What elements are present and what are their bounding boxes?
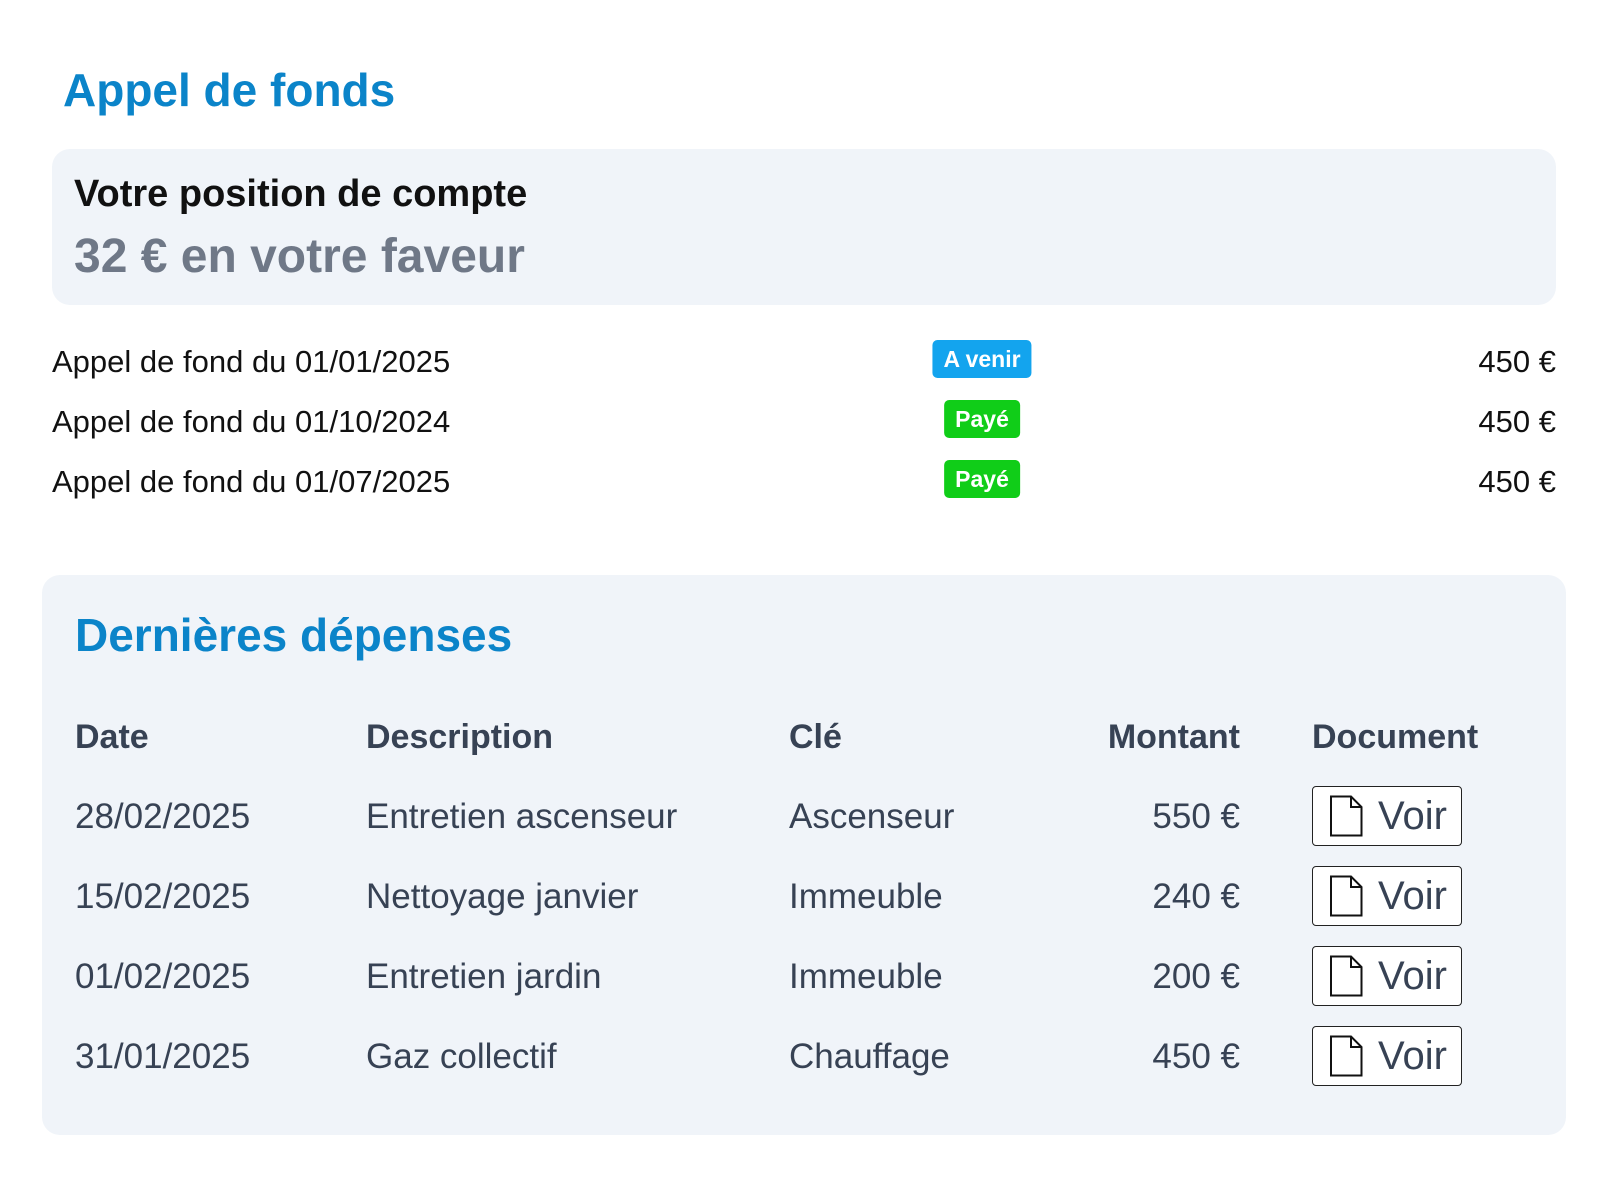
expense-amount: 240 € xyxy=(1152,877,1240,916)
expense-description: Entretien jardin xyxy=(366,957,602,996)
document-icon xyxy=(1330,1035,1363,1077)
recent-expenses-title: Dernières dépenses xyxy=(75,609,513,661)
expense-key: Immeuble xyxy=(789,877,943,916)
fund-call-label: Appel de fond du 01/10/2024 xyxy=(52,404,451,439)
fund-call-amount: 450 € xyxy=(1478,404,1556,439)
expense-amount: 550 € xyxy=(1152,797,1240,836)
fund-call-row: Appel de fond du 01/01/2025 A venir 450 … xyxy=(52,332,1556,392)
view-document-label: Voir xyxy=(1378,1034,1447,1078)
fund-call-row: Appel de fond du 01/10/2024 Payé 450 € xyxy=(52,392,1556,452)
page: Appel de fonds Votre position de compte … xyxy=(0,0,1600,1200)
view-document-label: Voir xyxy=(1378,954,1447,998)
expense-date: 28/02/2025 xyxy=(75,797,251,836)
expense-date: 01/02/2025 xyxy=(75,957,251,996)
fund-call-label: Appel de fond du 01/01/2025 xyxy=(52,344,451,379)
expense-description: Entretien ascenseur xyxy=(366,797,678,836)
account-position-label: Votre position de compte xyxy=(74,173,528,215)
account-position-card: Votre position de compte 32 € en votre f… xyxy=(52,149,1556,305)
view-document-button[interactable]: Voir xyxy=(1312,866,1462,926)
column-header-date: Date xyxy=(75,718,149,756)
fund-call-row: Appel de fond du 01/07/2025 Payé 450 € xyxy=(52,452,1556,512)
status-badge: A venir xyxy=(932,340,1032,378)
column-header-key: Clé xyxy=(789,718,842,756)
expense-amount: 450 € xyxy=(1152,1037,1240,1076)
expense-key: Immeuble xyxy=(789,957,943,996)
view-document-button[interactable]: Voir xyxy=(1312,1026,1462,1086)
account-position-value: 32 € en votre faveur xyxy=(74,230,525,283)
document-icon xyxy=(1330,875,1363,917)
view-document-button[interactable]: Voir xyxy=(1312,786,1462,846)
column-header-amount: Montant xyxy=(1107,718,1240,756)
fund-call-amount: 450 € xyxy=(1478,344,1556,379)
view-document-label: Voir xyxy=(1378,794,1447,838)
column-header-description: Description xyxy=(366,718,554,756)
expense-date: 15/02/2025 xyxy=(75,877,251,916)
page-title: Appel de fonds xyxy=(63,64,396,116)
expense-description: Nettoyage janvier xyxy=(366,877,639,916)
fund-call-label: Appel de fond du 01/07/2025 xyxy=(52,464,451,499)
expense-amount: 200 € xyxy=(1152,957,1240,996)
document-icon xyxy=(1330,795,1363,837)
fund-call-amount: 450 € xyxy=(1478,464,1556,499)
expense-date: 31/01/2025 xyxy=(75,1037,251,1076)
status-badge: Payé xyxy=(944,400,1020,438)
expense-description: Gaz collectif xyxy=(366,1037,557,1076)
document-icon xyxy=(1330,955,1363,997)
fund-calls-list: Appel de fond du 01/01/2025 A venir 450 … xyxy=(52,332,1556,512)
recent-expenses-card: Dernières dépenses Date Description Clé … xyxy=(42,575,1566,1135)
view-document-button[interactable]: Voir xyxy=(1312,946,1462,1006)
view-document-label: Voir xyxy=(1378,874,1447,918)
status-badge: Payé xyxy=(944,460,1020,498)
expense-key: Chauffage xyxy=(789,1037,950,1076)
expense-key: Ascenseur xyxy=(789,797,955,836)
column-header-document: Document xyxy=(1312,718,1479,756)
